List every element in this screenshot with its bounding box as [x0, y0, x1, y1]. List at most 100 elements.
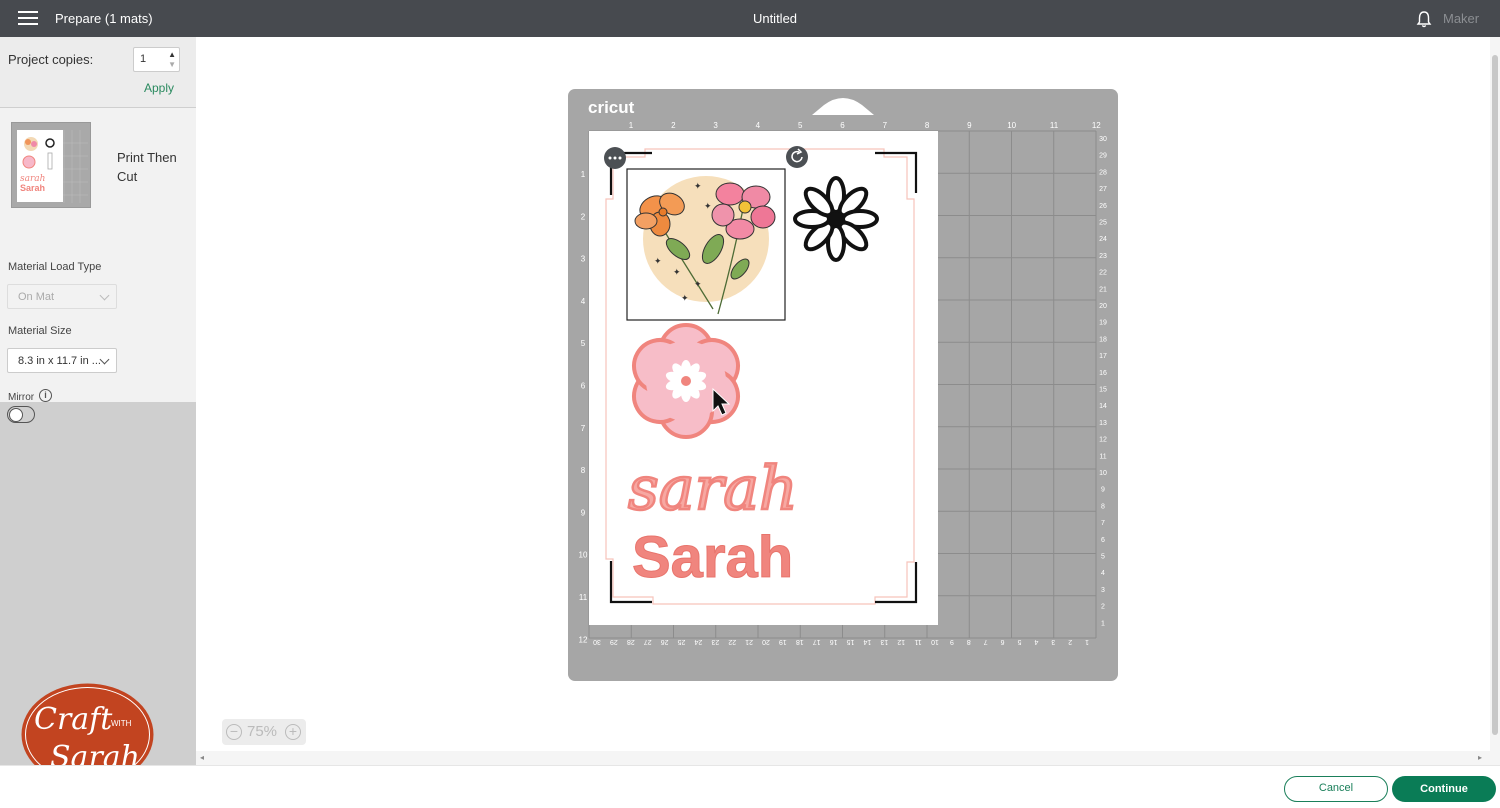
ruler-left-label: 8 — [581, 466, 586, 475]
ruler-bottom-label: 12 — [897, 638, 905, 645]
ruler-right-label: 25 — [1099, 220, 1107, 227]
ruler-left-label: 2 — [581, 212, 586, 221]
ruler-right-label: 3 — [1101, 587, 1105, 594]
ruler-right-label: 11 — [1099, 453, 1106, 460]
scroll-right-icon[interactable]: ▸ — [1478, 753, 1482, 762]
script-name-text[interactable]: sarah — [627, 453, 799, 526]
svg-text:✦: ✦ — [694, 181, 702, 191]
black-daisy-image[interactable] — [793, 176, 879, 262]
ruler-right-label: 4 — [1101, 570, 1105, 577]
ruler-top-label: 2 — [671, 121, 676, 130]
vertical-scroll-thumb[interactable] — [1492, 55, 1498, 735]
project-copies-section: Project copies: 1 ▲ ▼ Apply — [0, 37, 196, 107]
ruler-bottom-label: 21 — [745, 638, 753, 645]
ruler-right-label: 8 — [1101, 503, 1105, 510]
ruler-right-label: 2 — [1101, 604, 1105, 611]
svg-text:Craft: Craft — [34, 702, 113, 737]
ruler-bottom-label: 11 — [914, 638, 921, 645]
scroll-left-icon[interactable]: ◂ — [200, 753, 204, 762]
ruler-right-label: 15 — [1099, 387, 1107, 394]
mat-type-label: Print Then Cut — [117, 150, 177, 184]
mat-settings-section: sarah Sarah Print Then Cut Material Load… — [0, 108, 196, 423]
ruler-bottom-label: 3 — [1051, 638, 1055, 645]
zoom-in-icon[interactable]: + — [285, 724, 301, 740]
ruler-left-label: 9 — [581, 508, 586, 517]
zoom-level: 75% — [247, 723, 278, 740]
ruler-bottom-label: 8 — [967, 638, 971, 645]
project-copies-input[interactable]: 1 ▲ ▼ — [133, 47, 180, 72]
project-copies-value: 1 — [140, 53, 147, 65]
cancel-button[interactable]: Cancel — [1284, 776, 1388, 802]
ruler-right-label: 13 — [1099, 420, 1107, 427]
ruler-bottom-label: 20 — [762, 638, 770, 645]
ruler-left-label: 6 — [581, 382, 586, 391]
ruler-right-label: 28 — [1099, 169, 1107, 176]
ruler-top-label: 5 — [798, 121, 803, 130]
rotate-handle-icon[interactable] — [786, 146, 808, 168]
svg-text:✦: ✦ — [694, 279, 702, 289]
ruler-left-label: 5 — [581, 339, 586, 348]
ruler-left-label: 4 — [581, 297, 586, 306]
bold-name-text[interactable]: Sarah — [632, 525, 794, 591]
ruler-bottom-label: 9 — [950, 638, 954, 645]
ruler-right-label: 30 — [1099, 136, 1107, 143]
ruler-bottom-label: 2 — [1068, 638, 1072, 645]
ruler-right-label: 9 — [1101, 487, 1105, 494]
ruler-bottom-label: 30 — [593, 638, 601, 645]
ruler-right-label: 16 — [1099, 370, 1107, 377]
ruler-bottom-label: 17 — [813, 638, 821, 645]
ruler-bottom-label: 18 — [796, 638, 804, 645]
ruler-bottom-label: 28 — [627, 638, 635, 645]
ruler-bottom-label: 24 — [694, 638, 702, 645]
ruler-bottom-label: 13 — [880, 638, 888, 645]
material-size-select[interactable]: 8.3 in x 11.7 in ... — [7, 348, 117, 373]
cricut-logo: cricut — [588, 98, 635, 117]
mat-thumbnail[interactable]: sarah Sarah — [11, 122, 91, 208]
mirror-toggle[interactable] — [7, 406, 35, 423]
ruler-top-label: 4 — [756, 121, 761, 130]
ruler-right-label: 20 — [1099, 303, 1107, 310]
ruler-top-label: 8 — [925, 121, 930, 130]
svg-text:✦: ✦ — [654, 256, 662, 266]
thumb-bold-text: Sarah — [20, 183, 45, 193]
material-load-type-select[interactable]: On Mat — [7, 284, 117, 309]
ruler-bottom-label: 4 — [1034, 638, 1038, 645]
ruler-top-label: 1 — [629, 121, 634, 130]
material-size-value: 8.3 in x 11.7 in ... — [18, 355, 101, 367]
ruler-right-label: 10 — [1099, 470, 1107, 477]
ruler-bottom-label: 26 — [661, 638, 669, 645]
ruler-right-label: 1 — [1101, 620, 1105, 627]
svg-text:✦: ✦ — [704, 201, 712, 211]
info-icon[interactable]: i — [39, 389, 52, 402]
ruler-right-label: 23 — [1099, 253, 1107, 260]
chevron-down-icon — [99, 354, 110, 365]
ruler-left-label: 7 — [581, 424, 586, 433]
ruler-top-label: 3 — [713, 121, 718, 130]
vertical-scrollbar[interactable] — [1490, 37, 1500, 751]
ruler-right-label: 24 — [1099, 236, 1107, 243]
continue-button[interactable]: Continue — [1392, 776, 1496, 802]
ruler-bottom-label: 16 — [830, 638, 838, 645]
ruler-top-label: 10 — [1007, 121, 1016, 130]
ruler-left-label: 10 — [579, 551, 588, 560]
more-options-handle[interactable] — [604, 147, 626, 169]
ruler-top-label: 9 — [967, 121, 972, 130]
stepper-arrows-icon[interactable]: ▲ ▼ — [168, 50, 176, 70]
ruler-bottom-label: 25 — [678, 638, 686, 645]
ruler-bottom-label: 10 — [931, 638, 939, 645]
ruler-bottom-label: 23 — [711, 638, 719, 645]
zoom-out-icon[interactable]: − — [226, 724, 242, 740]
bell-icon[interactable] — [1416, 10, 1432, 28]
ruler-right-label: 22 — [1099, 270, 1107, 277]
machine-name[interactable]: Maker — [1443, 11, 1479, 26]
chevron-down-icon — [99, 290, 110, 301]
ruler-right-label: 6 — [1101, 537, 1105, 544]
left-panel: Project copies: 1 ▲▼ Apply sarah Sarah — [0, 37, 196, 765]
material-load-type-label: Material Load Type — [8, 261, 102, 273]
ruler-left-label: 12 — [579, 635, 588, 644]
ruler-left-label: 3 — [581, 255, 586, 264]
horizontal-scrollbar[interactable]: ◂ ▸ — [196, 751, 1500, 765]
material-load-type-value: On Mat — [18, 291, 55, 303]
apply-button[interactable]: Apply — [144, 81, 174, 95]
ruler-top-label: 12 — [1092, 121, 1101, 130]
